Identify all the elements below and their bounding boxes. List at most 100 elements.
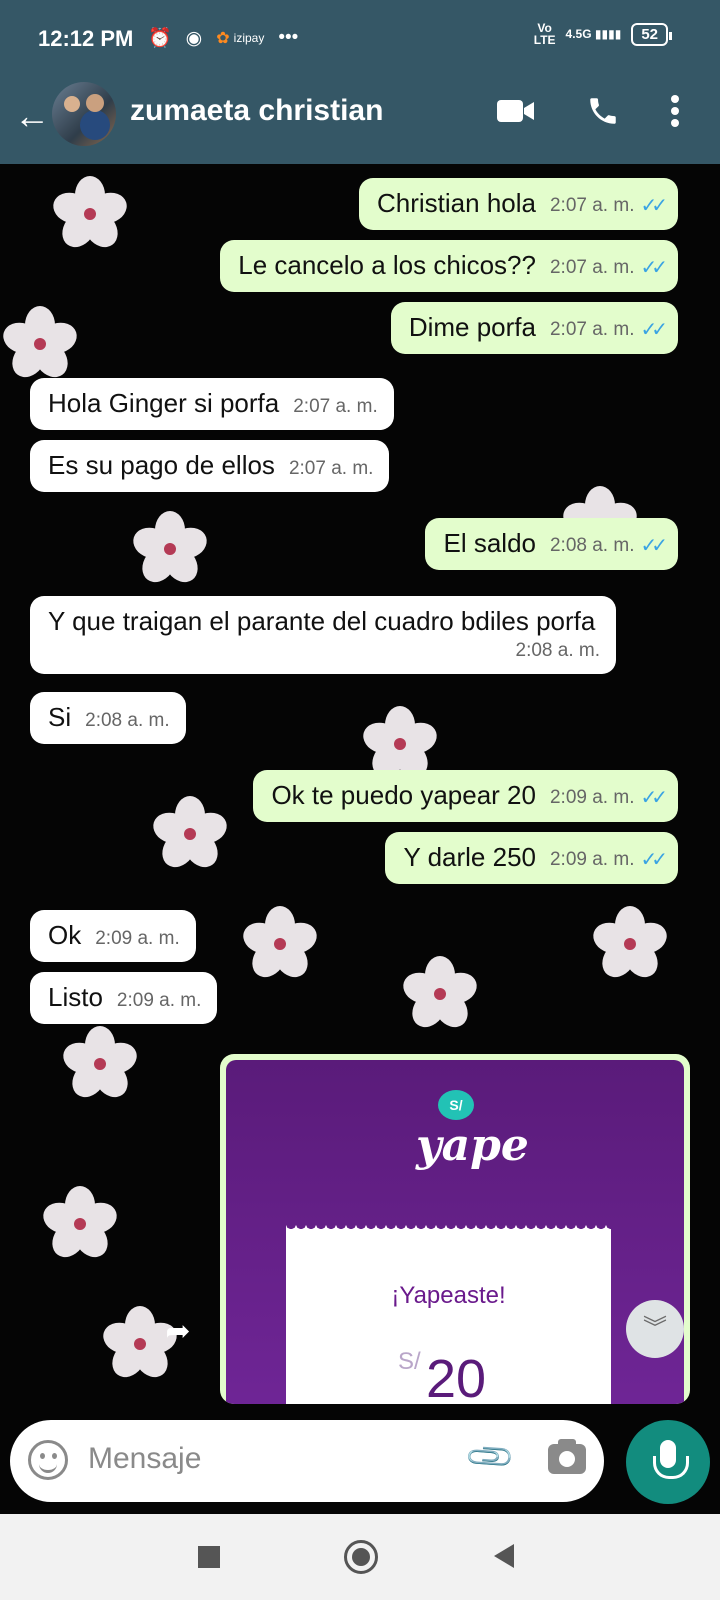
message-meta: 2:09 a. m.	[95, 928, 180, 952]
message-incoming[interactable]: Hola Ginger si porfa 2:07 a. m.	[30, 378, 394, 430]
status-time: 12:12 PM	[38, 26, 134, 51]
message-time: 2:07 a. m.	[288, 458, 374, 479]
status-bar: 12:12 PM ⏰ ◉ ✿ izipay ••• Vo LTE 4.5G ▮▮▮▮…	[0, 0, 720, 76]
yape-currency: S/	[398, 1348, 421, 1375]
yape-amount: 20	[426, 1349, 487, 1404]
scroll-to-bottom-button[interactable]: ︾	[626, 1300, 684, 1358]
wallpaper-flower	[239, 904, 321, 984]
yape-receipt-image: S/ yape ¡Yapeaste! S/ 20	[226, 1060, 684, 1404]
wallpaper-flower	[129, 509, 211, 589]
chat-area[interactable]: Christian hola 2:07 a. m. ✓✓ Le cancelo a…	[0, 164, 720, 1514]
read-receipt-icon: ✓✓	[640, 535, 667, 557]
contact-avatar[interactable]	[52, 82, 116, 146]
message-incoming[interactable]: Ok 2:09 a. m.	[30, 910, 196, 962]
header-actions	[496, 94, 680, 128]
wallpaper-flower	[399, 954, 481, 1034]
izipay-label: izipay	[233, 31, 265, 45]
message-text: El saldo	[443, 528, 536, 558]
message-meta: 2:07 a. m.	[289, 458, 374, 482]
message-meta: 2:09 a. m. ✓✓	[550, 847, 668, 874]
message-meta: 2:07 a. m. ✓✓	[549, 317, 668, 344]
message-meta: 2:08 a. m. ✓✓	[550, 533, 668, 560]
message-text: Es su pago de ellos	[48, 450, 275, 480]
status-right: Vo LTE 4.5G ▮▮▮▮ 52	[533, 21, 672, 47]
message-text: Ok te puedo yapear 20	[271, 780, 536, 810]
chrome-icon: ◉	[185, 27, 203, 49]
message-time: 2:07 a. m.	[549, 194, 635, 216]
message-meta: 2:08 a. m.	[85, 710, 170, 734]
message-time: 2:08 a. m.	[85, 710, 170, 731]
contact-name[interactable]: zumaeta christian	[130, 94, 383, 128]
forward-icon[interactable]: ➦	[156, 1314, 200, 1358]
voice-call-icon[interactable]	[586, 94, 620, 128]
message-meta: 2:09 a. m. ✓✓	[549, 785, 668, 812]
wallpaper-flower	[149, 794, 231, 874]
more-notifications-icon: •••	[278, 27, 299, 48]
read-receipt-icon: ✓✓	[640, 787, 667, 809]
wallpaper-flower	[0, 304, 81, 384]
chat-header: ← zumaeta christian	[0, 76, 720, 164]
message-text: Y que traigan el parante del cuadro bdil…	[48, 606, 596, 636]
image-message-yape[interactable]: S/ yape ¡Yapeaste! S/ 20	[220, 1054, 690, 1404]
alarm-icon: ⏰	[148, 28, 172, 49]
izipay-icon: ✿ izipay	[216, 30, 265, 47]
message-text: Y darle 250	[403, 842, 536, 872]
message-outgoing[interactable]: Y darle 250 2:09 a. m. ✓✓	[385, 832, 678, 884]
message-text: Dime porfa	[408, 312, 536, 342]
recents-button[interactable]	[198, 1546, 220, 1568]
message-time: 2:09 a. m.	[95, 928, 180, 949]
message-text: Si	[48, 702, 72, 732]
volte-icon: Vo LTE	[533, 21, 556, 47]
message-text: Hola Ginger si porfa	[48, 388, 280, 418]
message-outgoing[interactable]: Le cancelo a los chicos?? 2:07 a. m. ✓✓	[220, 240, 678, 292]
message-meta: 2:07 a. m. ✓✓	[549, 255, 668, 282]
message-meta: 2:08 a. m.	[62, 640, 601, 664]
read-receipt-icon: ✓✓	[640, 849, 667, 871]
message-meta: 2:09 a. m.	[117, 990, 202, 1014]
message-text: Ok	[48, 920, 82, 950]
more-options-icon[interactable]	[670, 94, 680, 128]
message-time: 2:07 a. m.	[293, 396, 378, 417]
message-incoming[interactable]: Es su pago de ellos 2:07 a. m.	[30, 440, 390, 492]
message-input[interactable]: Mensaje	[88, 1442, 201, 1476]
yape-ticket: ¡Yapeaste! S/ 20	[286, 1224, 611, 1404]
read-receipt-icon: ✓✓	[640, 195, 667, 217]
back-arrow-icon[interactable]: ←	[14, 94, 50, 138]
message-outgoing[interactable]: Dime porfa 2:07 a. m. ✓✓	[390, 302, 678, 354]
message-time: 2:07 a. m.	[549, 256, 635, 278]
message-meta: 2:07 a. m.	[293, 396, 378, 420]
message-time: 2:09 a. m.	[549, 786, 635, 808]
status-notification-icons: ⏰ ◉ ✿ izipay •••	[148, 26, 298, 50]
emoji-icon[interactable]	[28, 1440, 68, 1480]
message-incoming[interactable]: Listo 2:09 a. m.	[30, 972, 218, 1024]
system-nav-bar	[0, 1514, 720, 1600]
home-button[interactable]	[344, 1540, 378, 1574]
wallpaper-flower	[59, 1024, 141, 1104]
yape-logo: yape	[416, 1120, 529, 1171]
message-text: Christian hola	[377, 188, 536, 218]
message-outgoing[interactable]: El saldo 2:08 a. m. ✓✓	[425, 518, 678, 570]
read-receipt-icon: ✓✓	[640, 319, 667, 341]
video-call-icon[interactable]	[496, 97, 536, 125]
message-time: 2:09 a. m.	[116, 990, 202, 1011]
attach-icon[interactable]: 📎	[462, 1429, 517, 1484]
message-outgoing[interactable]: Christian hola 2:07 a. m. ✓✓	[359, 178, 678, 230]
signal-icon: 4.5G ▮▮▮▮	[565, 27, 622, 41]
message-time: 2:07 a. m.	[549, 318, 635, 340]
message-incoming[interactable]: Y que traigan el parante del cuadro bdil…	[30, 596, 616, 674]
camera-icon[interactable]	[548, 1439, 586, 1474]
wallpaper-flower	[39, 1184, 121, 1264]
message-incoming[interactable]: Si 2:08 a. m.	[30, 692, 186, 744]
message-time: 2:08 a. m.	[515, 640, 601, 661]
message-composer: Mensaje 📎	[10, 1420, 604, 1502]
battery-icon: 52	[631, 22, 672, 46]
wallpaper-flower	[49, 174, 131, 254]
back-button[interactable]	[494, 1544, 514, 1568]
message-meta: 2:07 a. m. ✓✓	[549, 193, 668, 220]
voice-record-button[interactable]	[626, 1420, 710, 1504]
yape-title: ¡Yapeaste!	[391, 1282, 506, 1309]
message-outgoing[interactable]: Ok te puedo yapear 20 2:09 a. m. ✓✓	[253, 770, 678, 822]
wallpaper-flower	[589, 904, 671, 984]
read-receipt-icon: ✓✓	[640, 257, 667, 279]
message-text: Listo	[48, 982, 103, 1012]
